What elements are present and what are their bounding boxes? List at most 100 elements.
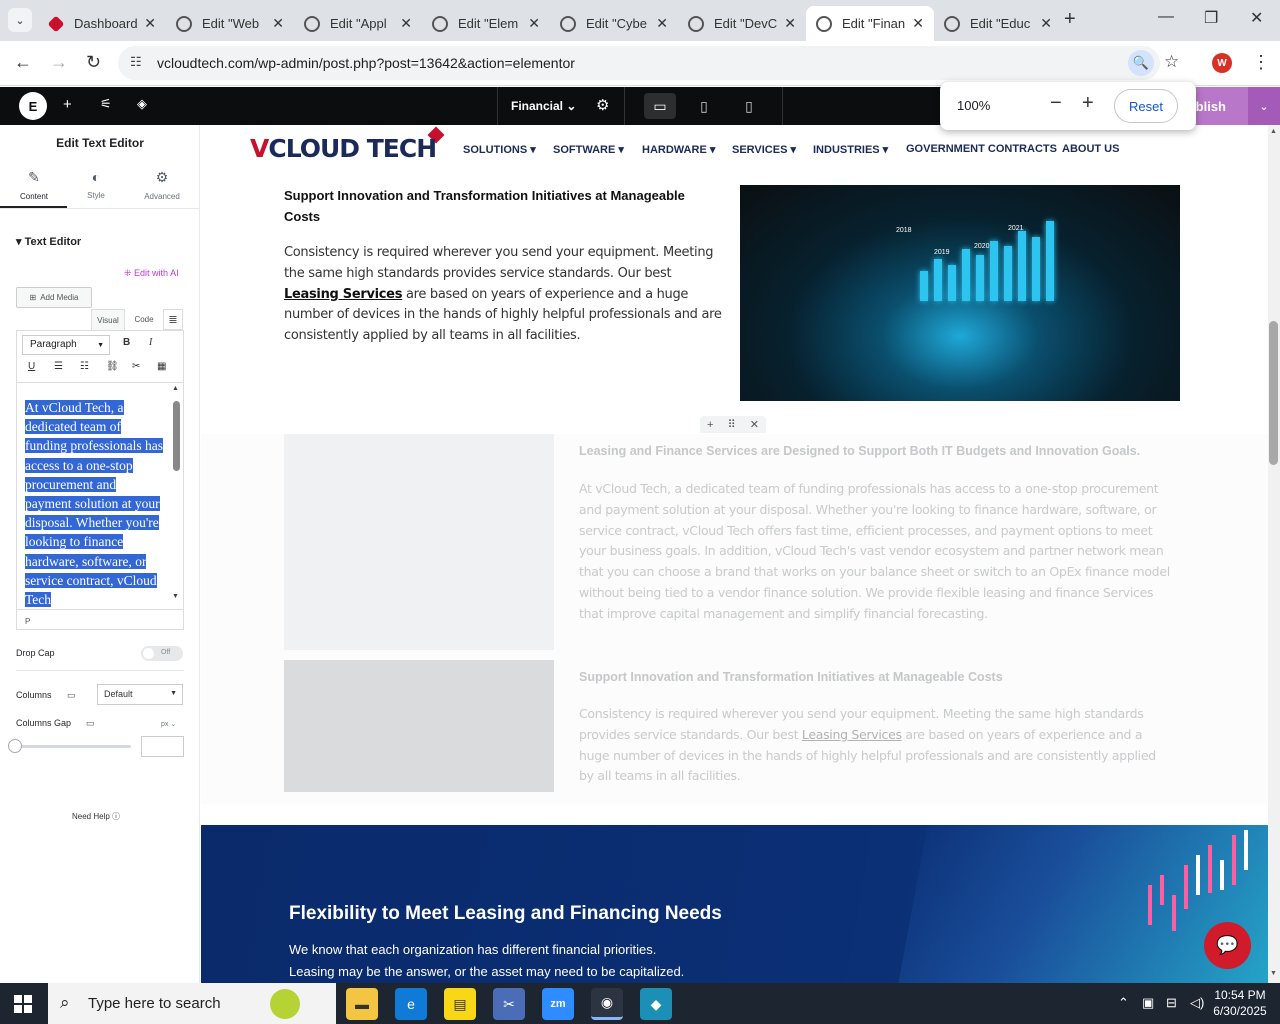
browser-tab[interactable]: Edit "Educ ✕ <box>934 6 1062 41</box>
browser-tab[interactable]: Edit "Appl ✕ <box>294 6 422 41</box>
close-tab-icon[interactable]: ✕ <box>912 15 924 32</box>
zoom-reset-button[interactable]: Reset <box>1114 89 1178 123</box>
italic-icon[interactable]: I <box>149 337 152 348</box>
structure-icon[interactable]: ◈ <box>137 96 147 112</box>
columns-gap-input[interactable] <box>141 736 184 757</box>
scroll-down-icon[interactable]: ▼ <box>1270 970 1277 977</box>
columns-select[interactable]: Default ▼ <box>97 684 183 705</box>
edit-with-ai-link[interactable]: ⁜ Edit with AI <box>124 268 179 279</box>
publish-options-chevron-icon[interactable]: ⌄ <box>1248 87 1280 125</box>
start-button[interactable] <box>14 995 32 1013</box>
nav-menu-item[interactable]: INDUSTRIES ▾ <box>813 143 888 156</box>
page-settings-icon[interactable]: ⚙ <box>596 96 609 114</box>
close-tab-icon[interactable]: ✕ <box>400 15 412 32</box>
elementor-logo-icon[interactable]: E <box>19 92 47 120</box>
browser-tab[interactable]: Dashboard ✕ <box>38 6 166 41</box>
desktop-view-icon[interactable]: ▭ <box>644 93 676 119</box>
code-tab[interactable]: Code <box>127 309 161 330</box>
bookmark-star-icon[interactable]: ☆ <box>1164 52 1179 72</box>
columns-gap-slider[interactable] <box>15 745 131 748</box>
close-tab-icon[interactable]: ✕ <box>656 15 668 32</box>
browser-menu-icon[interactable]: ⋮ <box>1252 52 1270 73</box>
delete-section-icon[interactable]: ✕ <box>750 418 759 431</box>
mobile-view-icon[interactable]: ▯ <box>733 93 765 119</box>
nav-menu-item[interactable]: GOVERNMENT CONTRACTS <box>906 143 1057 155</box>
leasing-services-link[interactable]: Leasing Services <box>802 727 902 742</box>
page-scrollbar[interactable]: ▲ ▼ <box>1268 125 1280 983</box>
drag-handle-icon[interactable]: ⠿ <box>728 418 736 431</box>
need-help-link[interactable]: Need Help ⓘ <box>72 811 120 822</box>
zoom-app-icon[interactable]: zm <box>542 988 574 1020</box>
site-settings-icon[interactable]: ⚟ <box>100 96 112 112</box>
tab-style[interactable]: ◐ Style <box>63 169 129 200</box>
reload-button[interactable]: ↻ <box>86 52 101 73</box>
close-tab-icon[interactable]: ✕ <box>1040 15 1052 32</box>
forward-button[interactable]: → <box>50 52 68 73</box>
desktop-icon[interactable]: ▭ <box>67 690 76 701</box>
underline-icon[interactable]: U <box>28 361 35 372</box>
browser-tab[interactable]: Edit "Web ✕ <box>166 6 294 41</box>
link-icon[interactable]: ⛓ <box>106 361 119 372</box>
zoom-in-button[interactable]: + <box>1082 92 1094 115</box>
tab-search-button[interactable]: ⌄ <box>8 8 32 32</box>
browser-tab[interactable]: Edit "Cybe ✕ <box>550 6 678 41</box>
bullet-list-icon[interactable]: ☰ <box>54 361 63 372</box>
visual-tab[interactable]: Visual <box>91 309 125 330</box>
scroll-down-icon[interactable]: ▼ <box>172 593 179 600</box>
columns-gap-slider-handle[interactable] <box>8 739 22 753</box>
numbered-list-icon[interactable]: ☷ <box>80 361 89 372</box>
nav-menu-item[interactable]: SERVICES ▾ <box>732 143 796 156</box>
nav-menu-item[interactable]: HARDWARE ▾ <box>642 143 715 156</box>
toolbar-toggle-icon[interactable]: ▦ <box>157 361 166 372</box>
site-info-icon[interactable]: ☷ <box>130 54 142 70</box>
nav-menu-item[interactable]: SOLUTIONS ▾ <box>463 143 536 156</box>
volume-icon[interactable]: ◁) <box>1190 995 1204 1011</box>
browser-tab[interactable]: Edit "Elem ✕ <box>422 6 550 41</box>
tablet-view-icon[interactable]: ▯ <box>688 93 720 119</box>
scrollbar-thumb[interactable] <box>1269 321 1278 465</box>
file-explorer-icon[interactable]: ▬ <box>346 988 378 1020</box>
browser-tab[interactable]: Edit "Finan ✕ <box>806 6 934 41</box>
chrome-icon[interactable]: ◉ <box>591 988 623 1020</box>
new-tab-button[interactable]: + <box>1064 8 1076 31</box>
remove-link-icon[interactable]: ✂ <box>132 361 140 372</box>
tray-chevron-icon[interactable]: ⌃ <box>1118 995 1129 1011</box>
bold-icon[interactable]: B <box>123 337 130 348</box>
section2-text[interactable]: At vCloud Tech, a dedicated team of fund… <box>579 479 1174 625</box>
app-icon[interactable]: ◆ <box>640 988 672 1020</box>
editor-scrollbar[interactable] <box>173 401 180 471</box>
add-section-icon[interactable]: + <box>707 419 713 431</box>
tab-content[interactable]: ✎ Content <box>1 169 67 201</box>
site-logo[interactable]: VCLOUD TECH <box>250 134 437 163</box>
meet-icon[interactable]: ▣ <box>1142 995 1154 1011</box>
close-tab-icon[interactable]: ✕ <box>528 15 540 32</box>
format-select[interactable]: Paragraph ▼ <box>22 335 110 355</box>
url-text[interactable]: vcloudtech.com/wp-admin/post.php?post=13… <box>157 55 575 71</box>
unit-select[interactable]: px ⌄ <box>161 720 176 728</box>
zoom-out-button[interactable]: − <box>1050 92 1062 115</box>
close-tab-icon[interactable]: ✕ <box>144 15 156 32</box>
edge-icon[interactable]: e <box>395 988 427 1020</box>
section-handle[interactable]: + ⠿ ✕ <box>700 416 766 433</box>
desktop-icon[interactable]: ▭ <box>86 718 95 729</box>
browser-tab[interactable]: Edit "DevC ✕ <box>678 6 806 41</box>
close-window-button[interactable]: ✕ <box>1250 8 1263 28</box>
drop-cap-toggle[interactable]: Off <box>141 646 183 661</box>
restore-button[interactable]: ❐ <box>1204 8 1218 28</box>
omnibox[interactable]: ☷ vcloudtech.com/wp-admin/post.php?post=… <box>118 46 1179 80</box>
network-icon[interactable]: ⊟ <box>1166 995 1177 1011</box>
close-tab-icon[interactable]: ✕ <box>784 15 796 32</box>
text-editor[interactable]: Paragraph ▼ B I U ☰ ☷ ⛓ ✂ ▦ At vCloud Tec… <box>16 330 184 630</box>
snipping-tool-icon[interactable]: ✂ <box>493 988 525 1020</box>
chat-widget-icon[interactable]: 💬 <box>1204 922 1251 969</box>
back-button[interactable]: ← <box>14 52 32 73</box>
nav-menu-item[interactable]: SOFTWARE ▾ <box>553 143 624 156</box>
zoom-icon[interactable]: 🔍 <box>1128 50 1154 76</box>
add-element-icon[interactable]: + <box>63 96 72 113</box>
minimize-button[interactable]: — <box>1158 8 1174 26</box>
nav-menu-item[interactable]: ABOUT US <box>1062 143 1119 155</box>
section-toggle[interactable]: ▾ Text Editor <box>16 235 81 248</box>
add-media-button[interactable]: ⊞ Add Media <box>16 287 92 308</box>
scroll-up-icon[interactable]: ▲ <box>172 385 179 392</box>
tab-advanced[interactable]: ⚙ Advanced <box>129 169 195 201</box>
